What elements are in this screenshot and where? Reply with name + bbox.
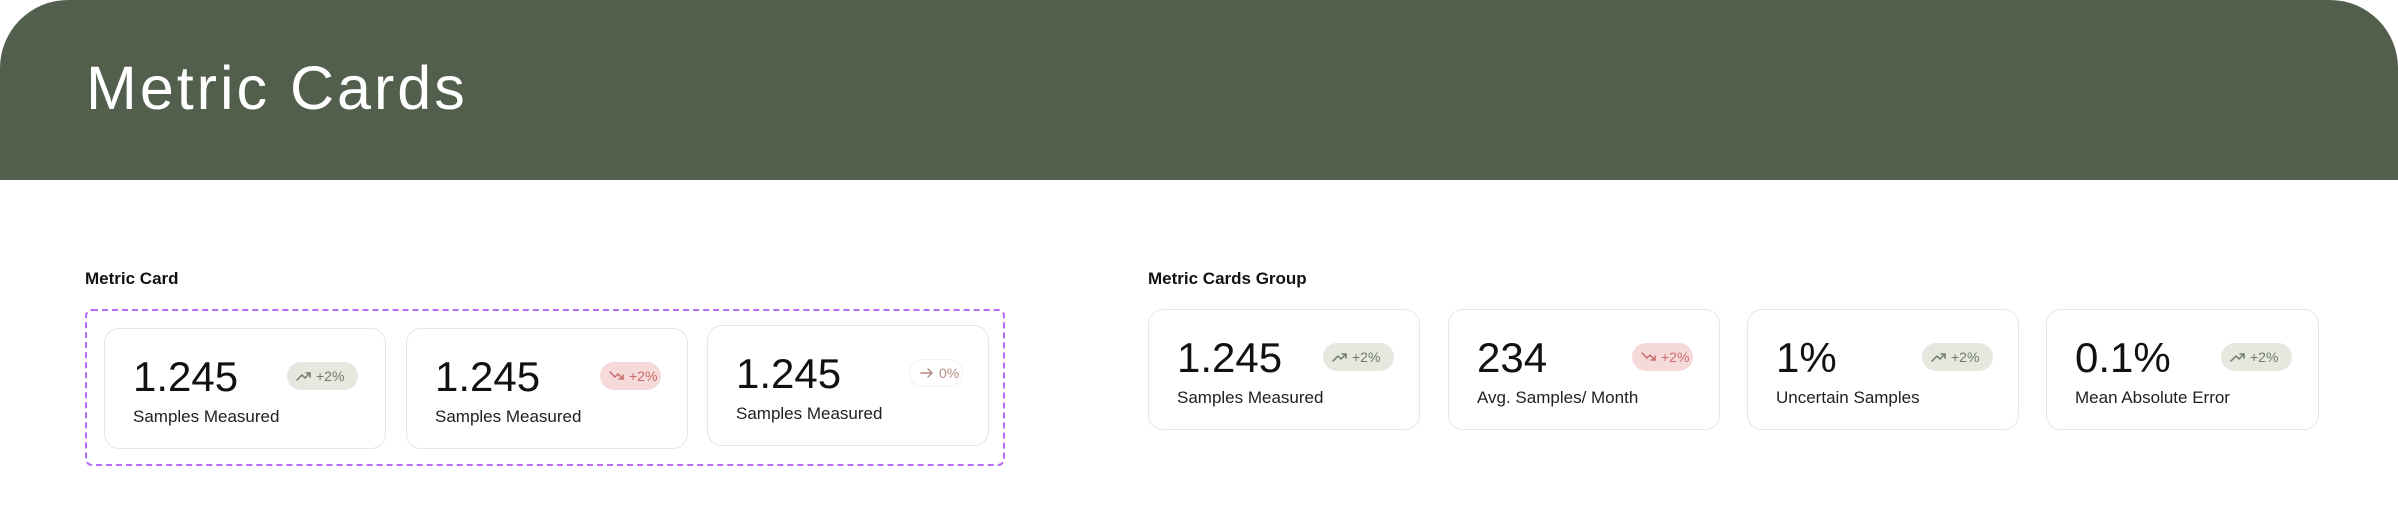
metric-card-section-label: Metric Card [85,269,179,288]
metric-value: 1.245 [435,353,541,400]
metric-card: 1.245 +2% Samples Measured [406,328,688,449]
metric-cards-page: Metric Cards Metric Card 1.245 +2% Sampl… [0,0,2398,532]
metric-card: 1.245 +2% Samples Measured [104,328,386,449]
trend-down-icon [1641,351,1657,363]
metric-label: Samples Measured [133,407,280,426]
metric-label: Mean Absolute Error [2075,388,2230,407]
metric-value: 1.245 [133,353,239,400]
metric-value: 234 [1477,334,1548,381]
metric-value: 1% [1776,334,1837,381]
trend-badge-label: +2% [316,368,345,384]
trend-badge: +2% [1922,343,1993,371]
metric-card: 1.245 0% Samples Measured [707,325,989,446]
trend-badge-label: 0% [939,365,960,381]
trend-up-icon [1931,351,1947,363]
trend-up-icon [2230,351,2246,363]
metric-label: Uncertain Samples [1776,388,1920,407]
trend-badge: +2% [600,362,661,390]
metric-card: 0.1% +2% Mean Absolute Error [2046,309,2319,430]
trend-badge-label: +2% [1352,349,1381,365]
arrow-right-icon [919,367,935,379]
metric-label: Avg. Samples/ Month [1477,388,1639,407]
metric-card: 234 +2% Avg. Samples/ Month [1448,309,1720,430]
metric-label: Samples Measured [1177,388,1324,407]
trend-badge: +2% [287,362,358,390]
trend-badge-label: +2% [1951,349,1980,365]
metric-value: 0.1% [2075,334,2171,381]
trend-badge: +2% [1632,343,1693,371]
trend-badge: +2% [1323,343,1394,371]
page-title: Metric Cards [86,54,468,122]
trend-badge-label: +2% [629,368,658,384]
trend-up-icon [1332,351,1348,363]
trend-down-icon [609,370,625,382]
metric-value: 1.245 [1177,334,1283,381]
trend-badge: 0% [909,359,963,387]
metric-cards-group-section-label: Metric Cards Group [1148,269,1307,288]
metric-value: 1.245 [736,350,842,397]
page-header: Metric Cards [0,0,2398,180]
metric-label: Samples Measured [736,404,883,423]
metric-label: Samples Measured [435,407,582,426]
trend-badge-label: +2% [1661,349,1690,365]
trend-badge-label: +2% [2250,349,2279,365]
metric-card: 1.245 +2% Samples Measured [1148,309,1420,430]
trend-up-icon [296,370,312,382]
trend-badge: +2% [2221,343,2292,371]
metric-card: 1% +2% Uncertain Samples [1747,309,2019,430]
